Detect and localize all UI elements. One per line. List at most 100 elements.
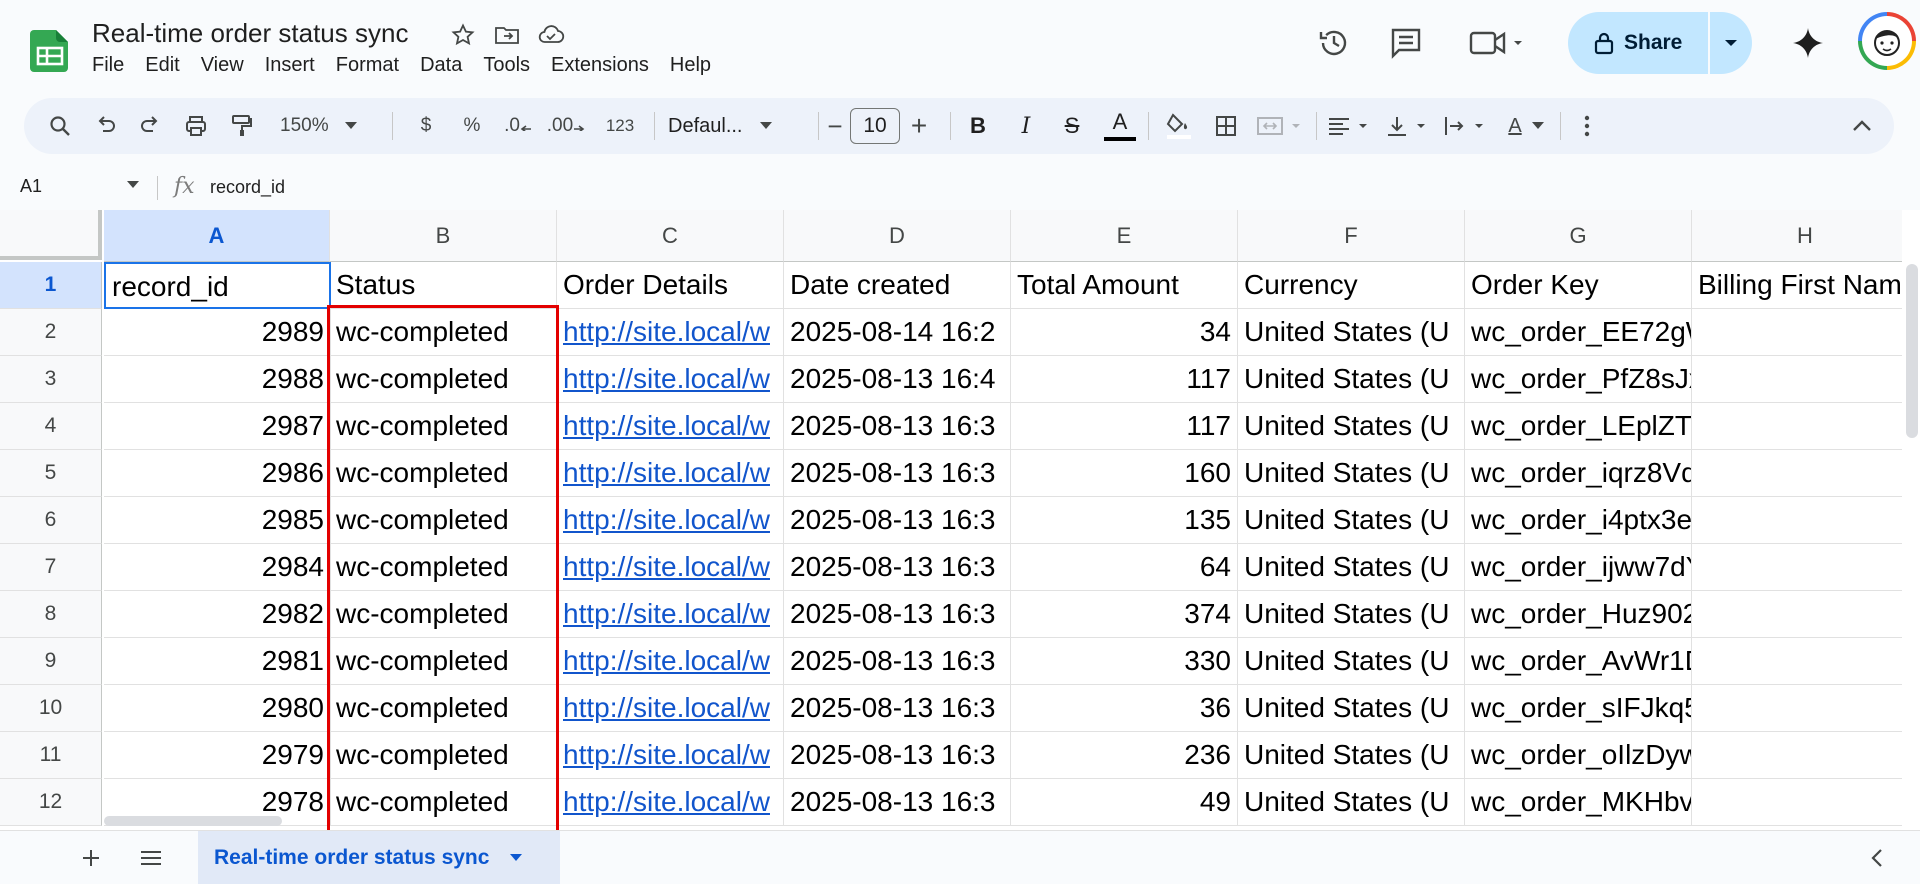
row-header[interactable]: 10 [0,685,102,732]
table-cell-details[interactable]: http://site.local/w [557,309,784,356]
decrease-font-size-button[interactable]: − [822,98,848,154]
table-cell-details[interactable]: http://site.local/w [557,685,784,732]
table-cell-empty[interactable] [1692,309,1919,356]
row-header[interactable]: 12 [0,779,102,826]
caret-down-icon[interactable] [126,180,140,190]
table-cell-id[interactable]: 2987 [104,403,331,450]
row-header[interactable]: 5 [0,450,102,497]
zoom-select[interactable]: 150% [280,98,370,154]
select-all-corner[interactable] [0,210,102,260]
text-rotation-button[interactable]: A [1500,98,1552,154]
redo-icon[interactable] [132,98,168,154]
borders-icon[interactable] [1206,98,1246,154]
table-cell-details[interactable]: http://site.local/w [557,356,784,403]
column-header-a[interactable]: A [104,210,330,262]
collapse-menus-icon[interactable] [1842,98,1882,154]
table-cell-key[interactable]: wc_order_AvWr1DHPxjE0C [1465,638,1692,685]
merge-cells-icon[interactable] [1254,98,1306,154]
table-cell-amount[interactable]: 374 [1011,591,1238,638]
table-cell-date[interactable]: 2025-08-13 16:3 [784,591,1011,638]
table-cell-empty[interactable] [1692,779,1919,826]
table-cell-amount[interactable]: 330 [1011,638,1238,685]
chevron-left-icon[interactable] [1862,843,1892,873]
text-color-button[interactable]: A [1100,98,1140,154]
menu-view[interactable]: View [201,54,255,77]
table-cell-empty[interactable] [1692,544,1919,591]
table-cell-currency[interactable]: United States (U [1238,638,1465,685]
table-cell-amount[interactable]: 117 [1011,403,1238,450]
row-header[interactable]: 3 [0,356,102,403]
table-cell-currency[interactable]: United States (U [1238,356,1465,403]
table-cell-currency[interactable]: United States (U [1238,544,1465,591]
table-cell-details[interactable]: http://site.local/w [557,779,784,826]
formula-input[interactable]: record_id [210,177,285,198]
menu-tools[interactable]: Tools [483,54,541,77]
increase-font-size-button[interactable]: + [904,98,934,154]
header-cell-h[interactable]: Billing First Nam [1692,262,1919,309]
vertical-align-icon[interactable] [1384,98,1434,154]
table-cell-empty[interactable] [1692,732,1919,779]
table-cell-date[interactable]: 2025-08-13 16:3 [784,497,1011,544]
horizontal-scrollbar-thumb[interactable] [104,816,282,826]
table-cell-id[interactable]: 2986 [104,450,331,497]
row-header[interactable]: 6 [0,497,102,544]
table-cell-id[interactable]: 2982 [104,591,331,638]
currency-format-button[interactable]: $ [408,98,444,154]
table-cell-details[interactable]: http://site.local/w [557,638,784,685]
table-cell-date[interactable]: 2025-08-13 16:3 [784,779,1011,826]
table-cell-key[interactable]: wc_order_sIFJkq5JZY9o7 [1465,685,1692,732]
vertical-scrollbar[interactable] [1902,210,1920,830]
paint-format-icon[interactable] [224,98,260,154]
increase-decimal-button[interactable]: .00 [544,98,588,154]
table-cell-key[interactable]: wc_order_LEplZTqZWDRUG [1465,403,1692,450]
menu-edit[interactable]: Edit [145,54,190,77]
print-icon[interactable] [178,98,214,154]
account-avatar[interactable] [1858,12,1916,70]
table-cell-amount[interactable]: 160 [1011,450,1238,497]
table-cell-details[interactable]: http://site.local/w [557,497,784,544]
text-wrapping-icon[interactable] [1442,98,1492,154]
table-cell-date[interactable]: 2025-08-14 16:2 [784,309,1011,356]
table-cell-status[interactable]: wc-completed [330,638,557,685]
row-header[interactable]: 4 [0,403,102,450]
table-cell-amount[interactable]: 117 [1011,356,1238,403]
header-cell-d[interactable]: Date created [784,262,1011,309]
column-header-b[interactable]: B [330,210,557,262]
table-cell-status[interactable]: wc-completed [330,544,557,591]
fill-color-icon[interactable] [1158,98,1198,154]
table-cell-details[interactable]: http://site.local/w [557,544,784,591]
sheet-tab-active[interactable]: Real-time order status sync [198,831,560,884]
table-cell-status[interactable]: wc-completed [330,497,557,544]
menu-file[interactable]: File [92,54,135,77]
more-options-icon[interactable] [1572,98,1602,154]
header-cell-g[interactable]: Order Key [1465,262,1692,309]
table-cell-id[interactable]: 2979 [104,732,331,779]
version-history-icon[interactable] [1316,25,1352,61]
table-cell-key[interactable]: wc_order_i4ptx3eGr7bQq [1465,497,1692,544]
add-sheet-icon[interactable] [76,843,106,873]
strikethrough-button[interactable]: S [1054,98,1090,154]
table-cell-currency[interactable]: United States (U [1238,779,1465,826]
meet-video-icon[interactable] [1468,25,1528,61]
column-header-e[interactable]: E [1011,210,1238,262]
percent-format-button[interactable]: % [454,98,490,154]
table-cell-id[interactable]: 2981 [104,638,331,685]
table-cell-date[interactable]: 2025-08-13 16:3 [784,403,1011,450]
horizontal-align-icon[interactable] [1326,98,1376,154]
row-header[interactable]: 11 [0,732,102,779]
font-family-select[interactable]: Defaul... [668,98,808,154]
table-cell-status[interactable]: wc-completed [330,779,557,826]
table-cell-id[interactable]: 2988 [104,356,331,403]
header-cell-e[interactable]: Total Amount [1011,262,1238,309]
name-box[interactable]: A1 [20,176,42,197]
row-header[interactable]: 9 [0,638,102,685]
table-cell-details[interactable]: http://site.local/w [557,403,784,450]
table-cell-amount[interactable]: 49 [1011,779,1238,826]
table-cell-date[interactable]: 2025-08-13 16:3 [784,732,1011,779]
table-cell-key[interactable]: wc_order_iqrz8Vqqn2hta [1465,450,1692,497]
table-cell-amount[interactable]: 135 [1011,497,1238,544]
undo-icon[interactable] [88,98,124,154]
table-cell-status[interactable]: wc-completed [330,732,557,779]
sheets-logo-icon[interactable] [30,30,70,72]
gemini-icon[interactable] [1790,25,1826,61]
